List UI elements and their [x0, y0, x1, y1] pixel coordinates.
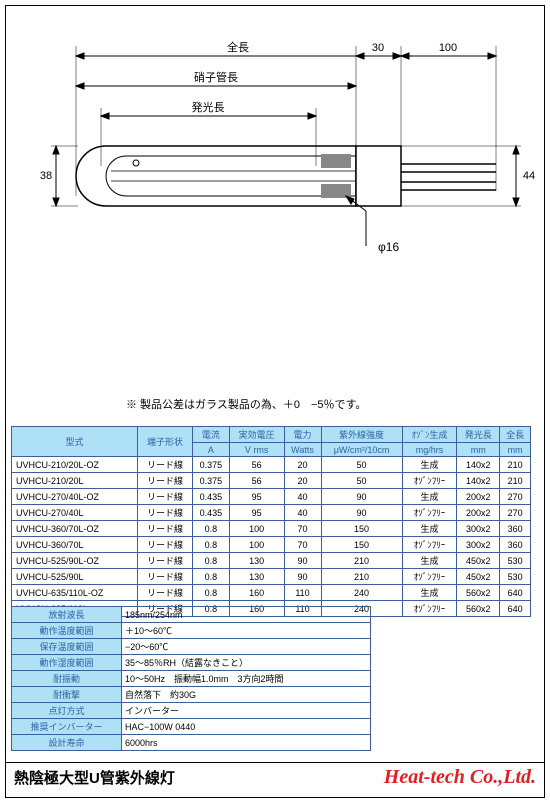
dim-44: 44: [523, 170, 535, 182]
unit-a: A: [192, 443, 229, 457]
table-row: UVHCU-525/90L-OZリード線0.813090210生成450x253…: [12, 553, 531, 569]
table-row: UVHCU-270/40L-OZリード線0.435954090生成200x227…: [12, 489, 531, 505]
product-title: 熱陰極大型U管紫外線灯: [14, 767, 175, 788]
table-row: UVHCU-360/70L-OZリード線0.810070150生成300x236…: [12, 521, 531, 537]
spec-row: 耐振動10～50Hz 振動幅1.0mm 3方向2時間: [12, 671, 371, 687]
tolerance-note: ※ 製品公差はガラス製品の為、＋0 −5％です。: [126, 396, 366, 412]
spec-row: 放射波長185nm/254nm: [12, 607, 371, 623]
unit-fl: mm: [500, 443, 531, 457]
unit-oz: mg/hrs: [402, 443, 457, 457]
dim-phi16: φ16: [378, 240, 399, 254]
unit-el: mm: [457, 443, 500, 457]
dim-30: 30: [372, 42, 384, 54]
hdr-power: 電力: [284, 427, 321, 443]
hdr-model: 型式: [12, 427, 138, 457]
hdr-current: 電流: [192, 427, 229, 443]
spec-row: 点灯方式インバーター: [12, 703, 371, 719]
hdr-terminal: 端子形状: [138, 427, 193, 457]
tube-diagram: 全長 硝子管長 発光長: [16, 16, 534, 316]
dim-38: 38: [40, 170, 52, 182]
dim-emit-len: 発光長: [192, 100, 225, 114]
unit-uv: μW/cm²/10cm: [321, 443, 402, 457]
spec-row: 耐衝撃自然落下 約30G: [12, 687, 371, 703]
spec-row: 保存温度範囲−20～60℃: [12, 639, 371, 655]
dim-100: 100: [439, 42, 457, 54]
page: 全長 硝子管長 発光長: [5, 5, 545, 798]
hdr-voltage: 実効電圧: [229, 427, 284, 443]
unit-v: V rms: [229, 443, 284, 457]
table-row: UVHCU-635/110L-OZリード線0.8160110240生成560x2…: [12, 585, 531, 601]
hdr-ozone: ｵｿﾞﾝ生成: [402, 427, 457, 443]
hdr-uv: 紫外線強度: [321, 427, 402, 443]
hdr-emit: 発光長: [457, 427, 500, 443]
spec-row: 動作湿度範囲35～85％RH（結露なきこと）: [12, 655, 371, 671]
spec-row: 動作温度範囲＋10～60℃: [12, 623, 371, 639]
footer: 熱陰極大型U管紫外線灯 Heat-tech Co.,Ltd.: [6, 762, 544, 792]
spec-table-details: 放射波長185nm/254nm動作温度範囲＋10～60℃保存温度範囲−20～60…: [11, 606, 371, 751]
spec-row: 推奨インバーターHAC−100W 0440: [12, 719, 371, 735]
dim-full-len: 全長: [227, 40, 249, 54]
table-row: UVHCU-525/90Lリード線0.813090210ｵｿﾞﾝﾌﾘｰ450x2…: [12, 569, 531, 585]
spec-row: 設計寿命6000hrs: [12, 735, 371, 751]
company-name: Heat-tech Co.,Ltd.: [384, 766, 536, 789]
spec-table-main: 型式 端子形状 電流 実効電圧 電力 紫外線強度 ｵｿﾞﾝ生成 発光長 全長 A…: [11, 426, 531, 617]
table-row: UVHCU-210/20L-OZリード線0.375562050生成140x221…: [12, 457, 531, 473]
unit-w: Watts: [284, 443, 321, 457]
table-row: UVHCU-360/70Lリード線0.810070150ｵｿﾞﾝﾌﾘｰ300x2…: [12, 537, 531, 553]
table-row: UVHCU-270/40Lリード線0.435954090ｵｿﾞﾝﾌﾘｰ200x2…: [12, 505, 531, 521]
table-row: UVHCU-210/20Lリード線0.375562050ｵｿﾞﾝﾌﾘｰ140x2…: [12, 473, 531, 489]
dim-glass-len: 硝子管長: [194, 70, 238, 84]
hdr-full: 全長: [500, 427, 531, 443]
